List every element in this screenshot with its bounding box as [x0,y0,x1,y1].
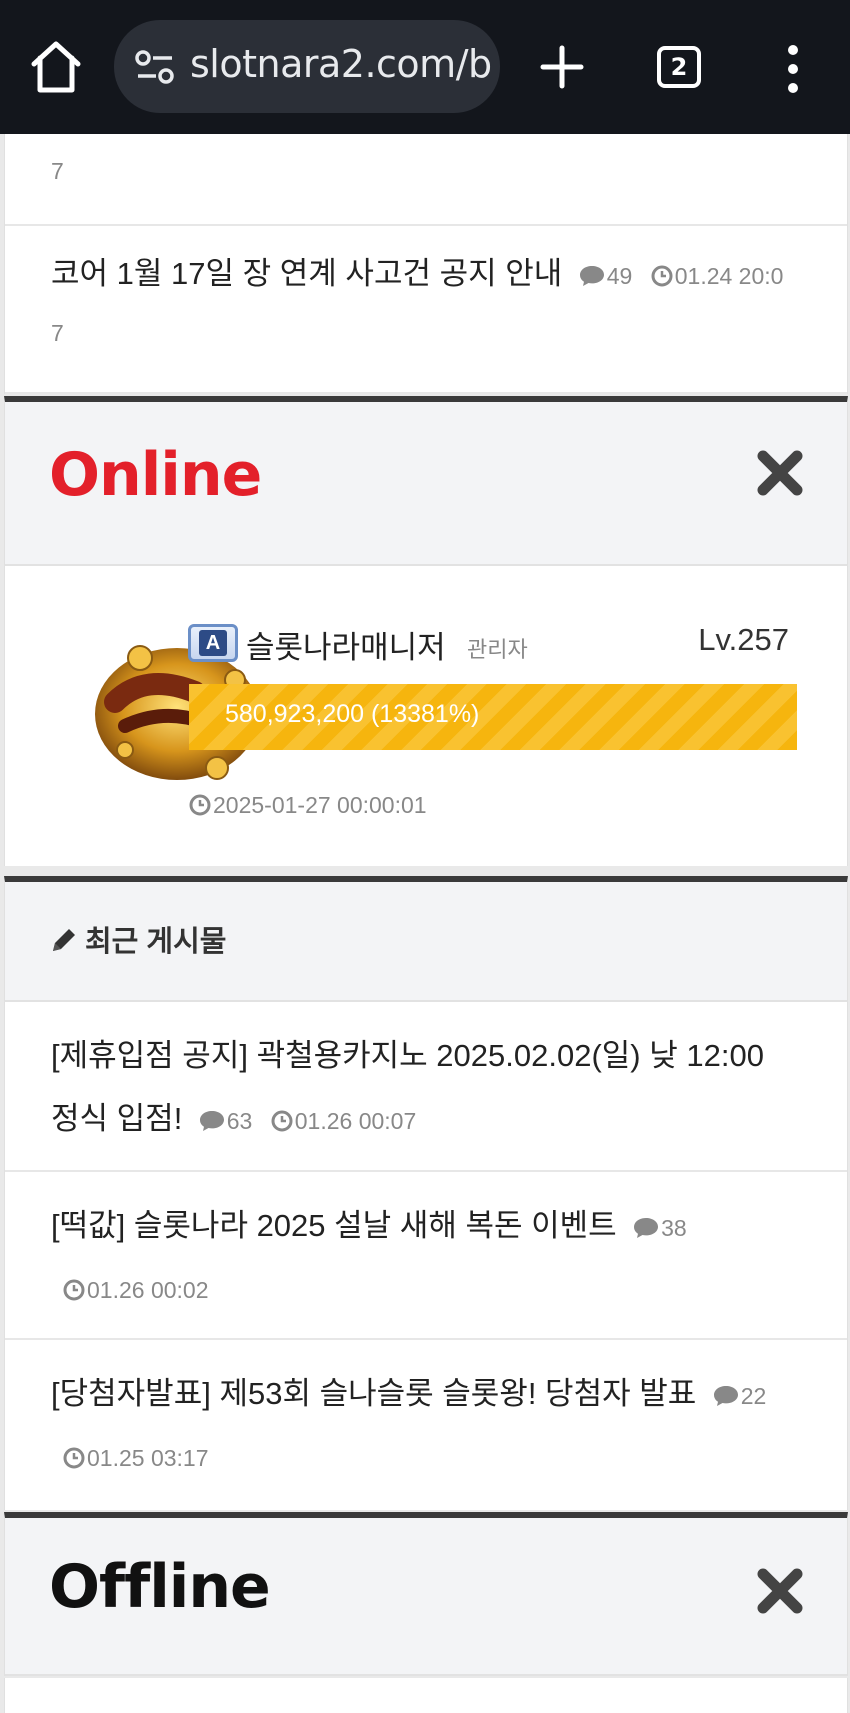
offline-section-header: Offline [4,1512,848,1676]
close-icon[interactable] [757,1568,803,1614]
tab-switcher-button[interactable]: 2 [657,46,701,88]
list-item[interactable]: 7 [5,134,847,226]
notice-list: 7 코어 1월 17일 장 연계 사고건 공지 안내 49 01.24 20:0… [4,134,848,394]
post-time-value: 01.25 03:17 [87,1445,209,1471]
online-section-header: Online [4,396,848,566]
offline-title: Offline [49,1552,271,1622]
post-title[interactable]: [떡값] 슬롯나라 2025 설날 새해 복돈 이벤트 [51,1208,617,1243]
post-title[interactable]: 코어 1월 17일 장 연계 사고건 공지 안내 [51,256,562,291]
comment-count-value: 49 [606,263,633,289]
post-time: 01.24 20:0 [651,263,784,289]
site-info-icon[interactable] [134,46,176,88]
post-time-value: 01.26 00:02 [87,1277,209,1303]
comment-icon [199,1111,224,1131]
comment-icon [579,266,604,286]
user-name[interactable]: 슬롯나라매니저 [246,622,446,667]
post-time-wrap: 7 [51,320,64,346]
admin-badge-icon: A [188,624,238,662]
comment-count: 22 [713,1383,767,1409]
clock-icon [63,1447,85,1469]
pencil-icon [53,929,75,951]
comment-count-value: 38 [661,1215,687,1241]
post-time: 01.26 00:07 [271,1108,417,1134]
post-time-value: 01.24 20:0 [674,263,784,289]
post-title[interactable]: [당첨자발표] 제53회 슬나슬롯 슬롯왕! 당첨자 발표 [51,1376,696,1411]
comment-count-value: 22 [740,1383,767,1409]
recent-posts-title-text: 최근 게시물 [85,926,227,958]
clock-icon [63,1279,85,1301]
comment-count: 49 [579,263,639,289]
last-seen: 2025-01-27 00:00:01 [189,792,427,819]
close-icon[interactable] [757,450,803,496]
comment-count: 38 [633,1215,687,1241]
online-user-card: A 슬롯나라매니저 관리자 Lv.257 580,923,200 (13381%… [4,566,848,866]
list-item[interactable]: [당첨자발표] 제53회 슬나슬롯 슬롯왕! 당첨자 발표 22 01.25 0… [5,1340,847,1510]
url-text[interactable]: slotnara2.com/b [190,42,492,86]
list-item[interactable]: 코어 1월 17일 장 연계 사고건 공지 안내 49 01.24 20:0 7 [5,226,847,394]
user-level: Lv.257 [698,622,789,657]
clock-icon [651,265,673,287]
recent-posts-list: [제휴입점 공지] 곽철용카지노 2025.02.02(일) 낮 12:00 정… [4,1002,848,1510]
home-icon[interactable] [28,36,84,96]
post-time-value: 01.26 00:07 [294,1108,417,1134]
post-time-wrap: 7 [51,158,64,184]
browser-toolbar: slotnara2.com/b 2 [0,0,850,134]
recent-posts-header: 최근 게시물 [4,876,848,1002]
experience-bar: 580,923,200 (13381%) [189,684,797,750]
post-time: 01.25 03:17 [63,1445,209,1471]
clock-icon [271,1110,293,1132]
last-seen-value: 2025-01-27 00:00:01 [213,792,427,818]
list-item[interactable]: [떡값] 슬롯나라 2025 설날 새해 복돈 이벤트 38 01.26 00:… [5,1172,847,1340]
comment-count-value: 63 [226,1108,253,1134]
clock-icon [189,794,211,816]
address-bar[interactable]: slotnara2.com/b [114,20,500,113]
more-menu-icon[interactable] [782,44,804,94]
comment-icon [634,1218,659,1238]
comment-count: 63 [199,1108,259,1134]
offline-list [4,1678,848,1713]
comment-icon [713,1386,738,1406]
recent-posts-title: 최근 게시물 [49,918,226,960]
new-tab-icon[interactable] [537,40,587,94]
user-role: 관리자 [467,637,528,662]
list-item[interactable]: [제휴입점 공지] 곽철용카지노 2025.02.02(일) 낮 12:00 정… [5,1002,847,1172]
experience-text: 580,923,200 (13381%) [225,700,480,728]
post-time: 01.26 00:02 [63,1277,209,1303]
online-title: Online [49,440,262,510]
